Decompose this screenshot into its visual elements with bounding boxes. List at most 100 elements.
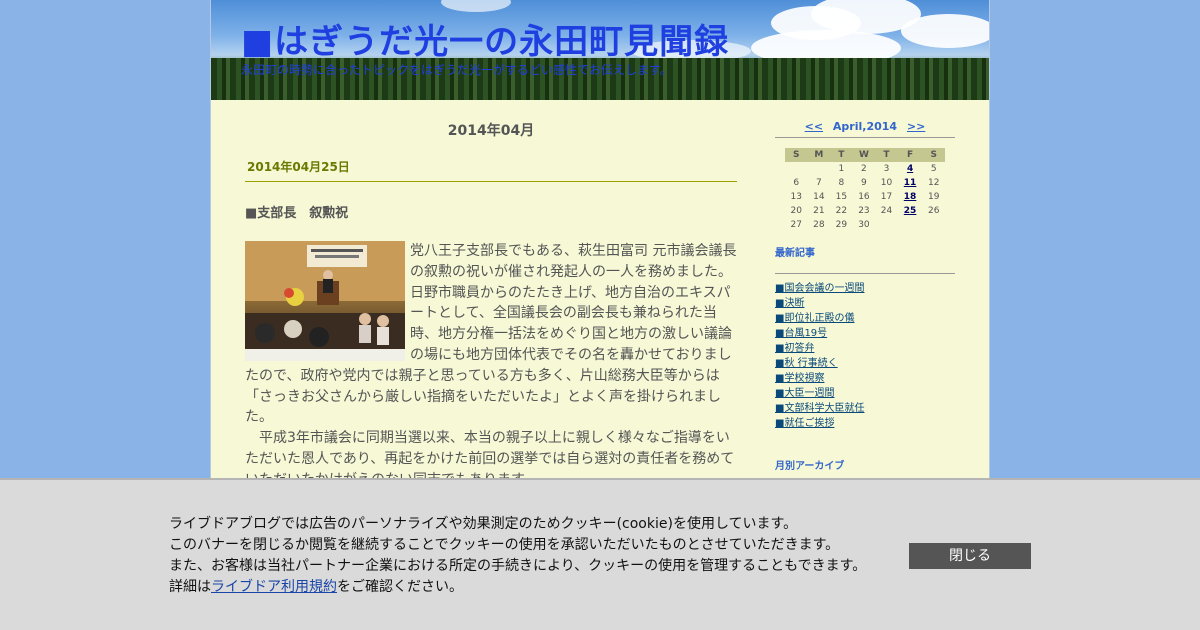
calendar-week: 6 7 8 9 10 11 12	[785, 176, 945, 190]
cloud	[441, 0, 511, 12]
recent-entry-link[interactable]: ■台風19号	[775, 328, 827, 339]
recent-entry-item: ■初答弁	[775, 341, 955, 356]
calendar-day: 5	[930, 164, 937, 174]
recent-entry-link[interactable]: ■秋 行事続く	[775, 358, 838, 369]
calendar-day-link[interactable]: 18	[904, 192, 917, 202]
recent-entry-item: ■即位礼正殿の儀	[775, 311, 955, 326]
main-column: 2014年04月 2014年04月25日 ■支部長 叙勲祝 党八王子支部長でもあ…	[245, 100, 737, 491]
recent-entry-link[interactable]: ■即位礼正殿の儀	[775, 313, 854, 324]
cookie-line: このバナーを閉じるか閲覧を継続することでクッキーの使用を承認いただいたものとさせ…	[169, 537, 840, 553]
calendar-weekdays: SMTWTFS	[785, 148, 945, 162]
calendar-day: 9	[861, 178, 867, 188]
calendar-day: 27	[790, 220, 802, 230]
calendar-day-link[interactable]: 11	[904, 178, 917, 188]
recent-entry-link[interactable]: ■就任ご挨拶	[775, 418, 834, 429]
cookie-close-button[interactable]: 閉じる	[909, 543, 1031, 569]
calendar-day: 16	[858, 192, 870, 202]
terms-link[interactable]: ライブドア利用規約	[211, 579, 337, 595]
calendar-day: 26	[927, 206, 940, 216]
recent-entry-item: ■就任ご挨拶	[775, 416, 955, 431]
calendar-day-cell: 4	[898, 162, 923, 176]
calendar-next-link[interactable]: >>	[907, 120, 925, 133]
calendar-day	[785, 162, 808, 176]
calendar-day-cell: 18	[898, 190, 923, 204]
calendar-day: 21	[813, 206, 825, 216]
cookie-line: ライブドアブログでは広告のパーソナライズや効果測定のためクッキー(cookie)…	[169, 516, 798, 532]
recent-entry-link[interactable]: ■学校視察	[775, 373, 824, 384]
recent-entries-list: ■国会会議の一週間 ■決断 ■即位礼正殿の儀 ■台風19号 ■初答弁 ■秋 行事続く ■学校…	[775, 281, 955, 431]
calendar-week: 1 2 3 4 5	[785, 162, 945, 176]
recent-entry-link[interactable]: ■初答弁	[775, 343, 814, 354]
calendar-day: 12	[927, 178, 940, 188]
calendar-day-link[interactable]: 25	[904, 206, 917, 216]
entry-title[interactable]: ■支部長 叙勲祝	[245, 202, 737, 221]
calendar-day: 13	[790, 192, 802, 202]
recent-entry-item: ■学校視察	[775, 371, 955, 386]
recent-entry-link[interactable]: ■決断	[775, 298, 804, 309]
recent-entry-item: ■決断	[775, 296, 955, 311]
calendar-weekday: W	[852, 148, 876, 162]
calendar-day: 6	[793, 178, 800, 188]
calendar-day: 23	[858, 206, 870, 216]
site-title[interactable]: ■はぎうだ光一の永田町見聞録	[241, 14, 729, 63]
calendar-prev-link[interactable]: <<	[805, 120, 823, 133]
calendar-day: 29	[835, 220, 848, 230]
calendar-day: 15	[835, 192, 848, 202]
calendar-day: 10	[880, 178, 893, 188]
recent-entries-heading: 最新記事	[775, 244, 955, 274]
recent-entry-link[interactable]: ■国会会議の一週間	[775, 283, 864, 294]
calendar-month-title: April,2014	[832, 120, 898, 133]
calendar-day: 20	[790, 206, 802, 216]
calendar: SMTWTFS 1 2 3 4 5 6 7 8 9 10 11 12 13 14 15 16 17 18 19 20 2…	[785, 148, 945, 232]
calendar-day: 24	[880, 206, 893, 216]
cloud	[901, 14, 989, 48]
calendar-day-link[interactable]: 4	[907, 164, 913, 174]
sidebar: << April,2014 >> SMTWTFS 1 2 3 4 5 6 7 8 9 10 11 12…	[775, 100, 955, 487]
calendar-week: 20 21 22 23 24 25 26	[785, 204, 945, 218]
calendar-day: 7	[815, 178, 822, 188]
calendar-day: 22	[835, 206, 848, 216]
entry-body: 党八王子支部長でもある、萩生田富司 元市議会議長の叙勲の祝いが催され発起人の一人…	[245, 241, 737, 491]
calendar-weekday: S	[785, 148, 808, 162]
cookie-line: 詳細はライブドア利用規約をご確認ください。	[169, 577, 866, 598]
recent-entry-item: ■秋 行事続く	[775, 356, 955, 371]
recent-entry-link[interactable]: ■大臣一週間	[775, 388, 834, 399]
calendar-caption: << April,2014 >>	[775, 120, 955, 138]
calendar-day: 19	[927, 192, 940, 202]
calendar-day: 8	[838, 178, 845, 188]
calendar-day: 3	[883, 164, 890, 174]
recent-entry-link[interactable]: ■文部科学大臣就任	[775, 403, 864, 414]
calendar-day: 2	[861, 164, 867, 174]
calendar-day: 17	[880, 192, 893, 202]
ceremony-photo-image	[245, 241, 405, 361]
recent-entry-item: ■文部科学大臣就任	[775, 401, 955, 416]
cookie-message: ライブドアブログでは広告のパーソナライズや効果測定のためクッキー(cookie)…	[169, 514, 866, 598]
calendar-day: 1	[838, 164, 845, 174]
calendar-week: 27 28 29 30	[785, 218, 945, 232]
month-heading: 2014年04月	[447, 123, 535, 139]
calendar-weekday: T	[830, 148, 853, 162]
calendar-day: 28	[813, 220, 825, 230]
entry-date: 2014年04月25日	[245, 158, 737, 182]
calendar-weekday: S	[922, 148, 945, 162]
calendar-days: 1 2 3 4 5 6 7 8 9 10 11 12 13 14 15 16 17 18 19 20 21 22 23 24 2…	[785, 162, 945, 232]
recent-entry-item: ■台風19号	[775, 326, 955, 341]
cookie-detail-prefix: 詳細は	[169, 579, 211, 595]
calendar-day	[808, 162, 831, 176]
calendar-day	[898, 218, 923, 232]
calendar-day-cell: 11	[898, 176, 923, 190]
site-description: 永田町の時勢に合ったトピックをはぎうだ光一がするどい感性でお伝えします。	[241, 63, 672, 77]
recent-entry-item: ■大臣一週間	[775, 386, 955, 401]
cookie-banner: ライブドアブログでは広告のパーソナライズや効果測定のためクッキー(cookie)…	[0, 478, 1200, 630]
recent-entry-item: ■国会会議の一週間	[775, 281, 955, 296]
calendar-day-cell: 25	[898, 204, 923, 218]
calendar-week: 13 14 15 16 17 18 19	[785, 190, 945, 204]
cookie-detail-suffix: をご確認ください。	[337, 579, 463, 595]
cookie-line: また、お客様は当社パートナー企業における所定の手続きにより、クッキーの使用を管理…	[169, 558, 867, 574]
entry-photo[interactable]	[245, 241, 405, 361]
calendar-day: 30	[858, 220, 870, 230]
calendar-day: 14	[813, 192, 825, 202]
calendar-weekday: F	[897, 148, 923, 162]
calendar-day	[922, 218, 945, 232]
calendar-day	[875, 218, 898, 232]
